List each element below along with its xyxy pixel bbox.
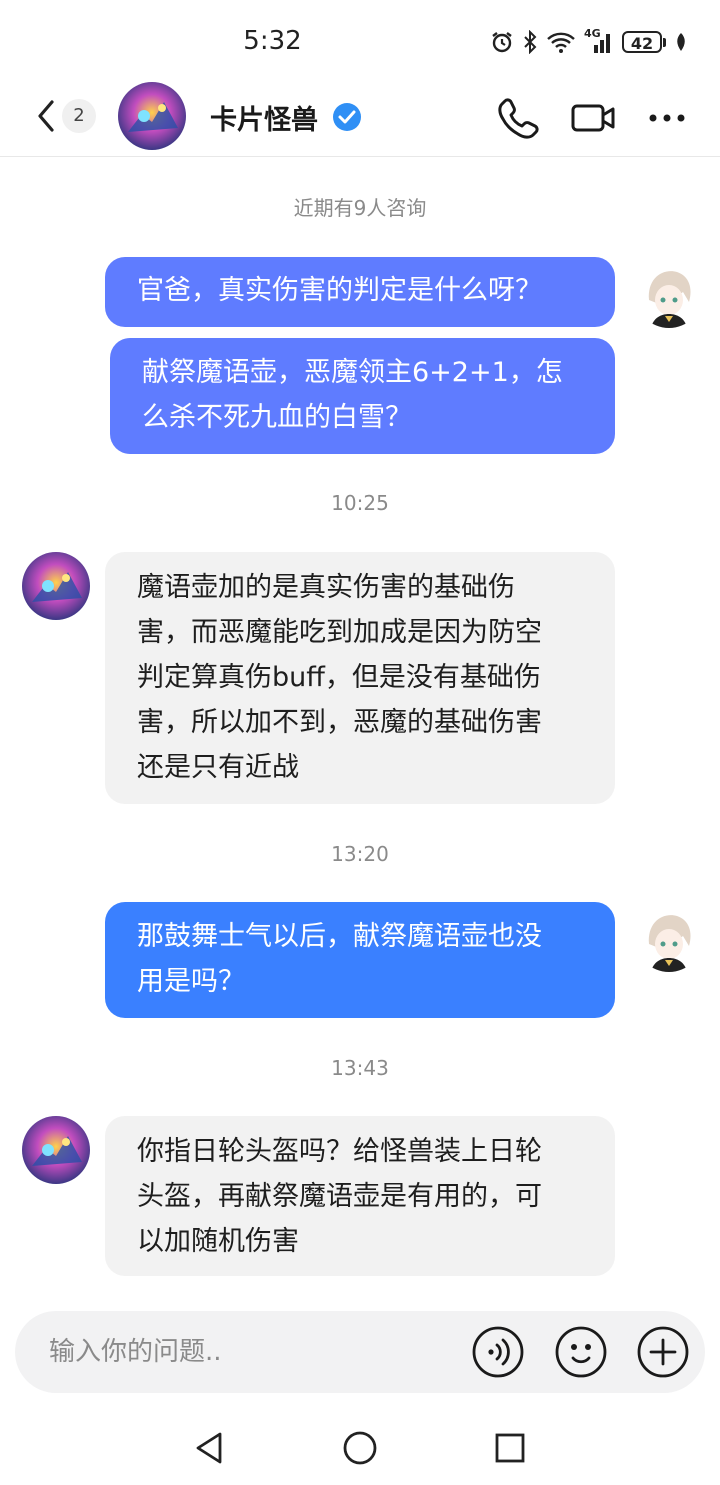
user-avatar[interactable] xyxy=(635,260,703,328)
outgoing-message[interactable]: 献祭魔语壶，恶魔领主6+2+1，怎 么杀不死九血的白雪？ xyxy=(110,338,615,454)
outgoing-message[interactable]: 官爸，真实伤害的判定是什么呀？ xyxy=(105,257,615,327)
emoji-button[interactable] xyxy=(555,1326,607,1378)
phone-icon xyxy=(498,98,539,139)
timestamp: 13:20 xyxy=(331,842,389,866)
voice-call-button[interactable] xyxy=(496,96,540,140)
status-bar: 5:32 4G 42 xyxy=(0,0,720,80)
nav-recent-button[interactable] xyxy=(490,1428,530,1468)
unread-count-badge[interactable]: 2 xyxy=(62,99,96,133)
outgoing-message[interactable]: 那鼓舞士气以后，献祭魔语壶也没 用是吗？ xyxy=(105,902,615,1018)
voice-input-button[interactable] xyxy=(472,1326,524,1378)
add-icon xyxy=(637,1326,689,1378)
more-dots-icon xyxy=(649,114,685,122)
voice-icon xyxy=(472,1326,524,1378)
battery-level: 42 xyxy=(622,31,662,53)
chat-screen: 5:32 4G 42 2 卡片怪兽 近期有9人咨询 官爸，真实伤害的判定是什么呀… xyxy=(0,0,720,1485)
question-input[interactable] xyxy=(49,1311,449,1393)
timestamp: 13:43 xyxy=(331,1056,389,1080)
leaf-icon xyxy=(674,31,688,53)
contact-name: 卡片怪兽 xyxy=(210,105,318,136)
battery-indicator: 42 xyxy=(622,31,666,53)
nav-back-button[interactable] xyxy=(190,1428,230,1468)
contact-avatar[interactable] xyxy=(118,82,186,150)
alarm-icon xyxy=(490,30,514,54)
battery-tip xyxy=(663,37,666,47)
contact-avatar[interactable] xyxy=(22,552,90,620)
chat-header: 2 卡片怪兽 xyxy=(0,80,720,157)
square-recent-icon xyxy=(495,1433,525,1463)
contact-avatar[interactable] xyxy=(22,1116,90,1184)
user-avatar[interactable] xyxy=(635,904,703,972)
verified-badge-icon xyxy=(332,102,362,132)
system-nav-bar xyxy=(0,1408,720,1485)
circle-home-icon xyxy=(343,1431,377,1465)
wifi-icon xyxy=(546,30,576,54)
consult-notice: 近期有9人咨询 xyxy=(293,196,427,220)
add-attachment-button[interactable] xyxy=(637,1326,689,1378)
incoming-message[interactable]: 魔语壶加的是真实伤害的基础伤 害，而恶魔能吃到加成是因为防空 判定算真伤buff… xyxy=(105,552,615,804)
incoming-message[interactable]: 你指日轮头盔吗？给怪兽装上日轮 头盔，再献祭魔语壶是有用的，可 以加随机伤害 xyxy=(105,1116,615,1276)
video-call-button[interactable] xyxy=(570,96,615,140)
cellular-signal-icon: 4G xyxy=(584,27,614,55)
video-camera-icon xyxy=(571,104,615,132)
bluetooth-icon xyxy=(522,30,538,54)
more-options-button[interactable] xyxy=(645,96,689,140)
status-time: 5:32 xyxy=(243,26,302,56)
emoji-icon xyxy=(555,1326,607,1378)
composer-bar xyxy=(15,1311,705,1393)
status-icons: 4G 42 xyxy=(490,26,688,58)
nav-home-button[interactable] xyxy=(340,1428,380,1468)
timestamp: 10:25 xyxy=(331,491,389,515)
triangle-back-icon xyxy=(196,1432,222,1464)
